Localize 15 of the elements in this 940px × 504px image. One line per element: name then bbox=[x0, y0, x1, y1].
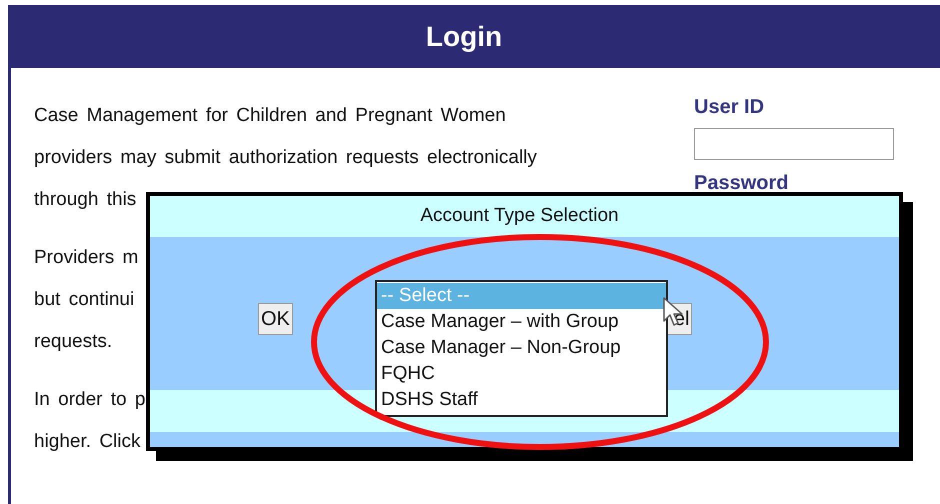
account-type-list[interactable]: -- Select -- Case Manager – with Group Case Manager – Non-Group FQHC DSHS Staff bbox=[375, 280, 668, 417]
dialog-title: Account Type Selection bbox=[420, 204, 619, 228]
user-id-label: User ID bbox=[694, 95, 766, 120]
ok-button[interactable]: OK bbox=[258, 302, 293, 334]
paragraph-line: Providers m bbox=[34, 246, 138, 270]
paragraph-line: Case Management for Children and Pregnant Women bbox=[34, 104, 506, 128]
password-label: Password bbox=[694, 171, 790, 196]
page-title: Login bbox=[426, 20, 502, 54]
paragraph-line: through this bbox=[34, 188, 136, 212]
user-id-field[interactable] bbox=[694, 128, 894, 160]
paragraph-line: higher. Click bbox=[34, 430, 140, 454]
paragraph-line: requests. bbox=[34, 330, 112, 354]
paragraph-line: In order to p bbox=[34, 388, 146, 412]
paragraph-line: providers may submit authorization requests electronically bbox=[34, 146, 537, 170]
paragraph-line: but continui bbox=[34, 288, 134, 312]
